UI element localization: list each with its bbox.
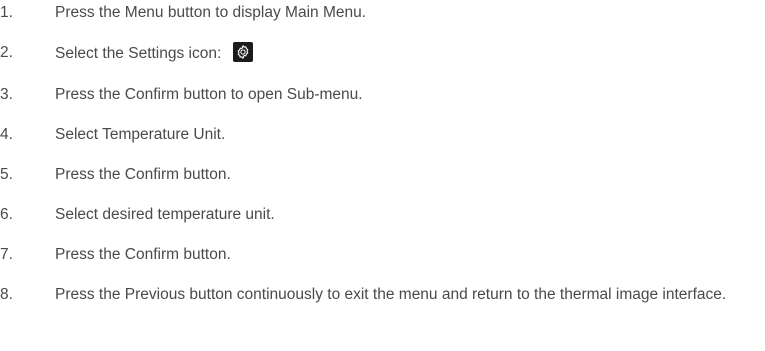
step-number: 2. bbox=[0, 44, 13, 61]
step-text-container: Select the Settings icon: bbox=[55, 42, 765, 65]
step-text: Select the Settings icon: bbox=[55, 45, 222, 62]
step-number: 1. bbox=[0, 4, 13, 21]
step-number: 7. bbox=[0, 246, 13, 263]
step-7: 7. Press the Confirm button. bbox=[0, 244, 765, 266]
step-2: 2. Select the Settings icon: bbox=[0, 42, 765, 65]
step-number: 3. bbox=[0, 86, 13, 103]
step-6: 6. Select desired temperature unit. bbox=[0, 204, 765, 226]
step-text: Press the Menu button to display Main Me… bbox=[55, 4, 367, 21]
step-1: 1. Press the Menu button to display Main… bbox=[0, 2, 765, 24]
step-5: 5. Press the Confirm button. bbox=[0, 164, 765, 186]
step-text: Press the Confirm button. bbox=[55, 166, 231, 183]
step-number: 4. bbox=[0, 126, 13, 143]
step-4: 4. Select Temperature Unit. bbox=[0, 124, 765, 146]
step-text: Press the Previous button continuously t… bbox=[55, 286, 727, 303]
step-number: 5. bbox=[0, 166, 13, 183]
step-number: 6. bbox=[0, 206, 13, 223]
step-text: Select desired temperature unit. bbox=[55, 206, 275, 223]
step-3: 3. Press the Confirm button to open Sub-… bbox=[0, 84, 765, 106]
step-number: 8. bbox=[0, 286, 13, 303]
step-text: Select Temperature Unit. bbox=[55, 126, 226, 143]
step-8: 8. Press the Previous button continuousl… bbox=[0, 284, 765, 306]
step-text: Press the Confirm button. bbox=[55, 246, 231, 263]
step-text: Press the Confirm button to open Sub-men… bbox=[55, 86, 363, 103]
settings-gear-icon bbox=[233, 42, 254, 62]
